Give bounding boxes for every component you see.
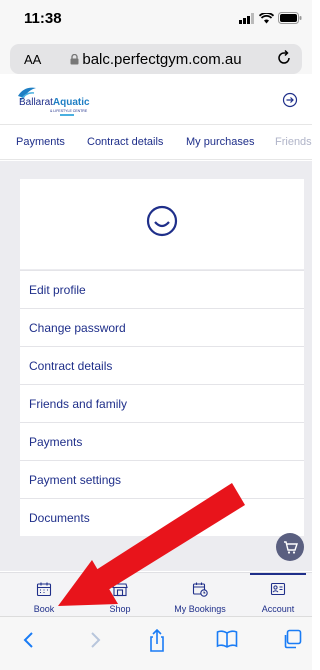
status-icons [239,12,302,24]
nav-account-label: Account [261,604,295,614]
shop-icon [112,583,128,597]
menu-item-label: Change password [29,321,126,335]
menu-item-friends-and-family[interactable]: Friends and family [20,384,304,422]
nav-my-bookings[interactable]: My Bookings [170,573,230,617]
tabs-icon[interactable] [282,629,302,649]
profile-card [20,179,304,269]
status-bar: 11:38 [0,0,312,38]
battery-icon [278,12,302,24]
menu-item-label: Payment settings [29,473,122,487]
logo[interactable]: BallaratAquatic & LIFESTYLE CENTRE [16,84,116,118]
forward-icon[interactable] [88,629,102,651]
menu-item-payment-settings[interactable]: Payment settings [20,460,304,498]
menu-item-change-password[interactable]: Change password [20,308,304,346]
menu-item-label: Edit profile [29,283,86,297]
url-bar[interactable]: AA balc.perfectgym.com.au [10,44,302,74]
status-time: 11:38 [24,10,62,27]
cart-icon [284,541,298,554]
browser-toolbar [0,616,312,670]
svg-text:BallaratAquatic: BallaratAquatic [19,97,90,108]
share-icon[interactable] [148,629,166,653]
bookmarks-icon[interactable] [216,629,238,649]
back-icon[interactable] [22,629,36,651]
logo-subtext: & LIFESTYLE CENTRE [50,109,88,113]
nav-book[interactable]: Book [24,573,64,617]
menu-item-edit-profile[interactable]: Edit profile [20,270,304,308]
bookings-icon [192,582,208,597]
menu-item-label: Payments [29,435,83,449]
reload-icon[interactable] [276,49,292,67]
signal-icon [239,12,254,24]
account-icon [270,582,286,596]
url-label: balc.perfectgym.com.au [82,51,242,68]
calendar-icon [36,582,52,597]
menu-item-contract-details[interactable]: Contract details [20,346,304,384]
nav-shop-label: Shop [109,604,131,614]
lock-icon [70,53,79,65]
url-area: AA balc.perfectgym.com.au [0,38,312,74]
nav-book-label: Book [33,604,55,614]
cart-button[interactable] [276,533,304,561]
app-header: BallaratAquatic & LIFESTYLE CENTRE [0,78,312,124]
logo-text-highlight: Aquatic [53,97,90,108]
bottom-nav: Book Shop My Bookings Account [0,572,312,616]
wifi-icon [259,12,274,23]
menu-item-documents[interactable]: Documents [20,498,304,536]
tab-my-purchases[interactable]: My purchases [186,136,254,148]
menu-item-label: Friends and family [29,397,128,411]
logo-text-prefix: Ballarat [19,97,53,108]
nav-account[interactable]: Account [250,573,306,617]
logout-icon[interactable] [282,92,298,108]
menu-item-label: Documents [29,511,90,525]
nav-my-bookings-label: My Bookings [174,604,226,614]
url-text[interactable]: balc.perfectgym.com.au [10,51,302,68]
tab-contract-details[interactable]: Contract details [87,136,163,148]
account-menu: Edit profile Change password Contract de… [20,270,304,536]
menu-item-label: Contract details [29,359,113,373]
tab-bar: Payments Contract details My purchases F… [0,124,312,160]
avatar-icon [146,205,178,237]
menu-item-payments[interactable]: Payments [20,422,304,460]
tab-payments[interactable]: Payments [16,136,65,148]
nav-shop[interactable]: Shop [100,573,140,617]
tab-friends[interactable]: Friends [275,136,312,148]
